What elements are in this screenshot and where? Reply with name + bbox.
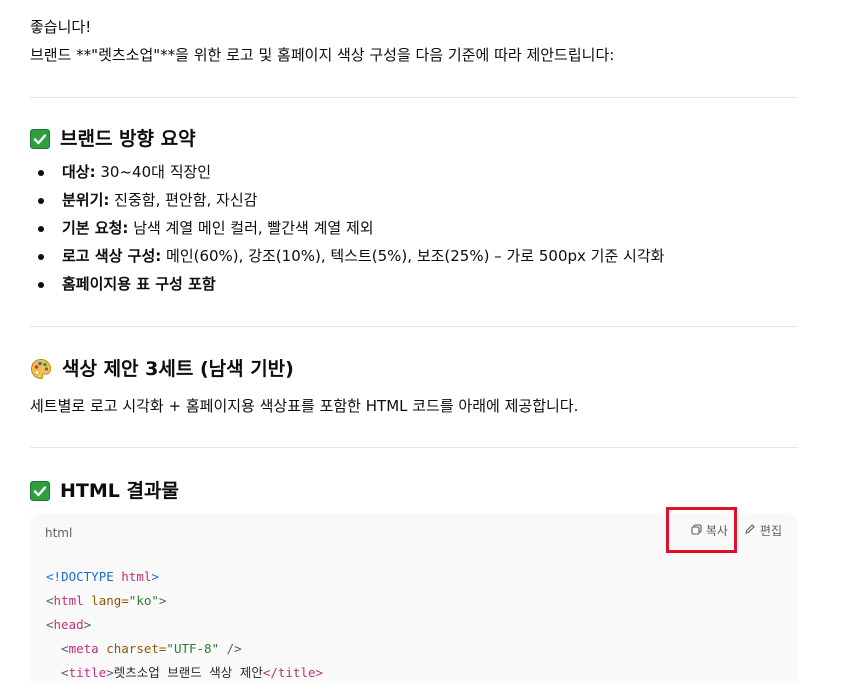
copy-label: 복사 [705, 524, 728, 538]
pencil-icon [744, 521, 756, 541]
intro-line-2: 브랜드 **"렛츠소업"**을 위한 로고 및 홈페이지 색상 구성을 다음 기… [30, 46, 615, 64]
check-mark-icon [30, 129, 50, 149]
divider [30, 326, 798, 327]
proposal-heading-text: 색상 제안 3세트 (남색 기반) [62, 358, 294, 380]
proposal-description: 세트별로 로고 시각화 + 홈페이지용 색상표를 포함한 HTML 코드를 아래… [30, 397, 579, 415]
palette-icon [30, 358, 52, 380]
summary-heading-text: 브랜드 방향 요약 [60, 128, 196, 150]
item-text: 남색 계열 메인 컬러, 빨간색 계열 제외 [128, 219, 374, 237]
code-line: <title>렛츠소업 브랜드 색상 제안</title> [46, 665, 324, 680]
divider [30, 97, 798, 98]
code-line: <head> [46, 617, 92, 632]
list-item: 로고 색상 구성: 메인(60%), 강조(10%), 텍스트(5%), 보조(… [30, 244, 664, 272]
result-heading: HTML 결과물 [30, 477, 179, 505]
list-item: 대상: 30~40대 직장인 [30, 160, 664, 188]
list-item: 분위기: 진중함, 편안함, 자신감 [30, 188, 664, 216]
code-content: <!DOCTYPE html> <html lang="ko"> <head> … [46, 565, 323, 685]
summary-heading: 브랜드 방향 요약 [30, 125, 196, 153]
item-text: 진중함, 편안함, 자신감 [109, 191, 258, 209]
code-language-label: html [45, 526, 73, 540]
intro-line-1: 좋습니다! [30, 18, 92, 36]
summary-list: 대상: 30~40대 직장인 분위기: 진중함, 편안함, 자신감 기본 요청:… [30, 160, 664, 300]
edit-button[interactable]: 편집 [744, 521, 782, 541]
code-line: <meta charset="UTF-8" /> [46, 641, 242, 656]
item-label: 기본 요청: [62, 219, 129, 237]
list-item: 기본 요청: 남색 계열 메인 컬러, 빨간색 계열 제외 [30, 216, 664, 244]
code-actions: 복사 편집 [691, 521, 782, 541]
code-line: <!DOCTYPE html> [46, 569, 159, 584]
item-text: 30~40대 직장인 [95, 163, 212, 181]
divider [30, 447, 798, 448]
code-line: <html lang="ko"> [46, 593, 167, 608]
copy-icon [691, 521, 702, 541]
item-label: 로고 색상 구성: [62, 247, 162, 265]
list-item: 홈페이지용 표 구성 포함 [30, 272, 664, 300]
item-label: 홈페이지용 표 구성 포함 [62, 275, 216, 293]
code-block: html 복사 편집 <!DOCTYPE html> <html lang="k… [30, 507, 798, 685]
result-heading-text: HTML 결과물 [60, 480, 179, 502]
item-label: 분위기: [62, 191, 110, 209]
copy-button[interactable]: 복사 [691, 521, 728, 541]
item-text: 메인(60%), 강조(10%), 텍스트(5%), 보조(25%) – 가로 … [161, 247, 665, 265]
proposal-heading: 색상 제안 3세트 (남색 기반) [30, 355, 294, 383]
check-mark-icon [30, 481, 50, 501]
item-label: 대상: [62, 163, 96, 181]
edit-label: 편집 [759, 524, 782, 538]
